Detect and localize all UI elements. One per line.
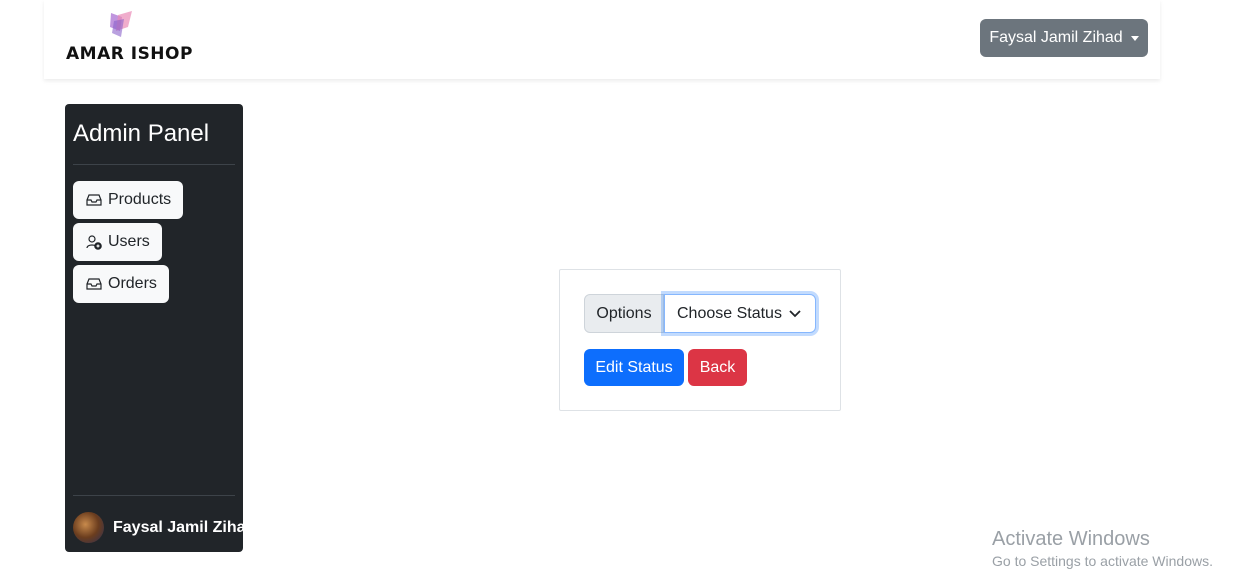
sidebar-item-orders[interactable]: Orders bbox=[73, 265, 169, 303]
sidebar-item-label: Products bbox=[108, 191, 172, 208]
sidebar-item-products[interactable]: Products bbox=[73, 181, 184, 219]
brand-name: AMAR ISHOP bbox=[66, 44, 193, 64]
top-navbar: AMAR ISHOP Faysal Jamil Zihad bbox=[44, 0, 1160, 79]
avatar bbox=[73, 512, 104, 543]
options-label: Options bbox=[584, 294, 664, 333]
status-input-group: Options Choose Status bbox=[584, 294, 816, 333]
status-select-value: Choose Status bbox=[677, 304, 782, 322]
edit-status-button[interactable]: Edit Status bbox=[584, 349, 684, 386]
sidebar-title: Admin Panel bbox=[73, 120, 210, 147]
sidebar-item-label: Users bbox=[108, 233, 150, 250]
brand[interactable]: AMAR ISHOP bbox=[66, 10, 192, 66]
inbox-icon bbox=[86, 278, 102, 290]
windows-activation-watermark: Activate Windows Go to Settings to activ… bbox=[992, 528, 1213, 569]
sidebar-divider bbox=[73, 495, 235, 496]
sidebar-item-users[interactable]: Users bbox=[73, 223, 162, 261]
back-button[interactable]: Back bbox=[688, 349, 747, 386]
watermark-subtitle: Go to Settings to activate Windows. bbox=[992, 553, 1213, 569]
sidebar-item-label: Orders bbox=[108, 275, 157, 292]
sidebar-divider bbox=[73, 164, 235, 165]
status-select[interactable]: Choose Status bbox=[664, 294, 816, 333]
sidebar-profile[interactable]: Faysal Jamil Zihad bbox=[73, 512, 243, 543]
sidebar: Admin Panel Products Users Orders Faysal… bbox=[65, 104, 243, 552]
user-dropdown-button[interactable]: Faysal Jamil Zihad bbox=[980, 19, 1148, 57]
user-plus-icon bbox=[86, 235, 102, 250]
profile-name: Faysal Jamil Zihad bbox=[113, 518, 243, 536]
caret-down-icon bbox=[1130, 35, 1139, 41]
watermark-title: Activate Windows bbox=[992, 528, 1150, 550]
edit-status-card: Options Choose Status Edit Status Back bbox=[559, 269, 841, 411]
chevron-down-icon bbox=[789, 310, 801, 318]
brand-logo-icon bbox=[110, 11, 132, 37]
inbox-icon bbox=[86, 194, 102, 206]
user-dropdown-label: Faysal Jamil Zihad bbox=[989, 29, 1123, 46]
